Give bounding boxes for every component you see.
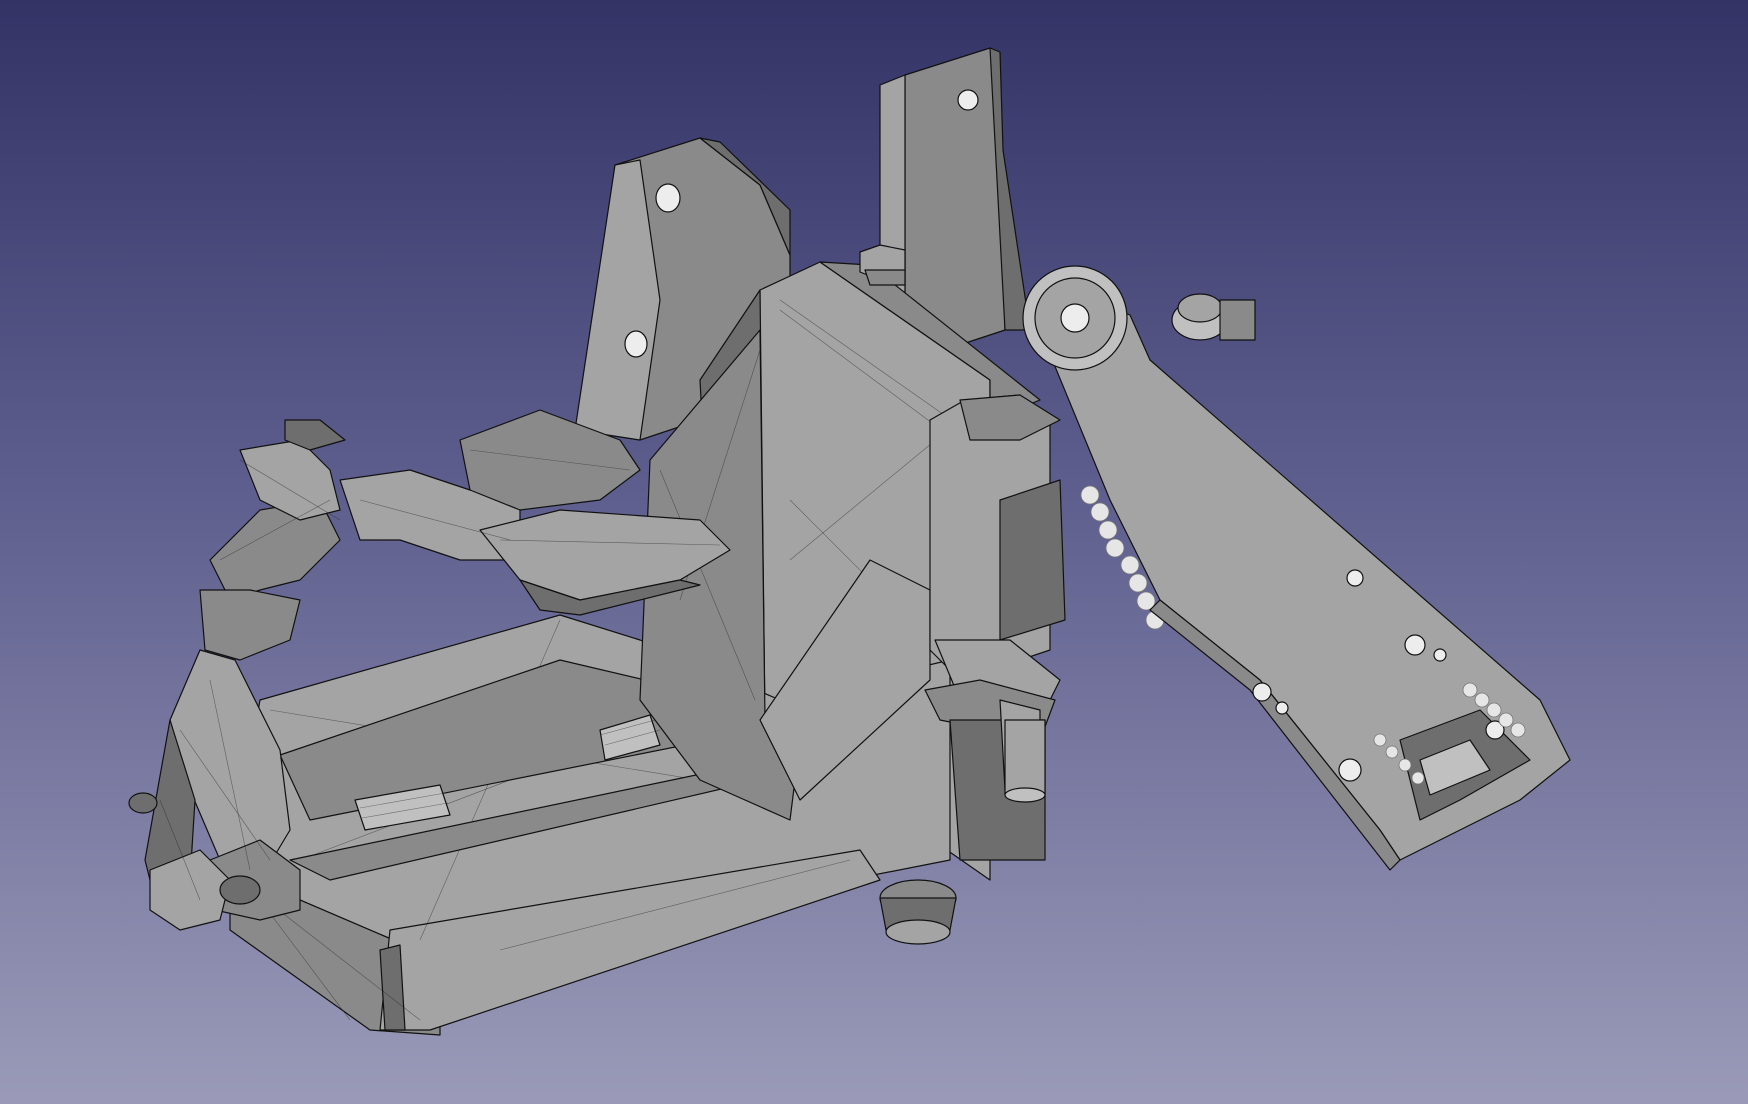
arm-hole bbox=[1346, 569, 1364, 587]
mount-hole bbox=[957, 89, 979, 111]
arm-hole bbox=[1433, 648, 1447, 662]
cad-model[interactable] bbox=[0, 0, 1748, 1104]
gear-wheel[interactable] bbox=[1022, 265, 1128, 371]
knurled-foot[interactable] bbox=[879, 879, 957, 945]
3d-viewport[interactable] bbox=[0, 0, 1748, 1104]
arm-hole bbox=[1404, 634, 1426, 656]
gear-hub-hole bbox=[1060, 303, 1090, 333]
arm-hole bbox=[1252, 682, 1272, 702]
knurled-knob-top[interactable] bbox=[1171, 293, 1256, 341]
clamp-cylinder bbox=[1004, 719, 1046, 803]
arm-hole bbox=[1338, 758, 1362, 782]
mount-hole bbox=[655, 183, 681, 213]
mount-hole bbox=[624, 330, 648, 358]
arm-hole bbox=[1275, 701, 1289, 715]
lever-arm[interactable] bbox=[1039, 299, 1571, 871]
